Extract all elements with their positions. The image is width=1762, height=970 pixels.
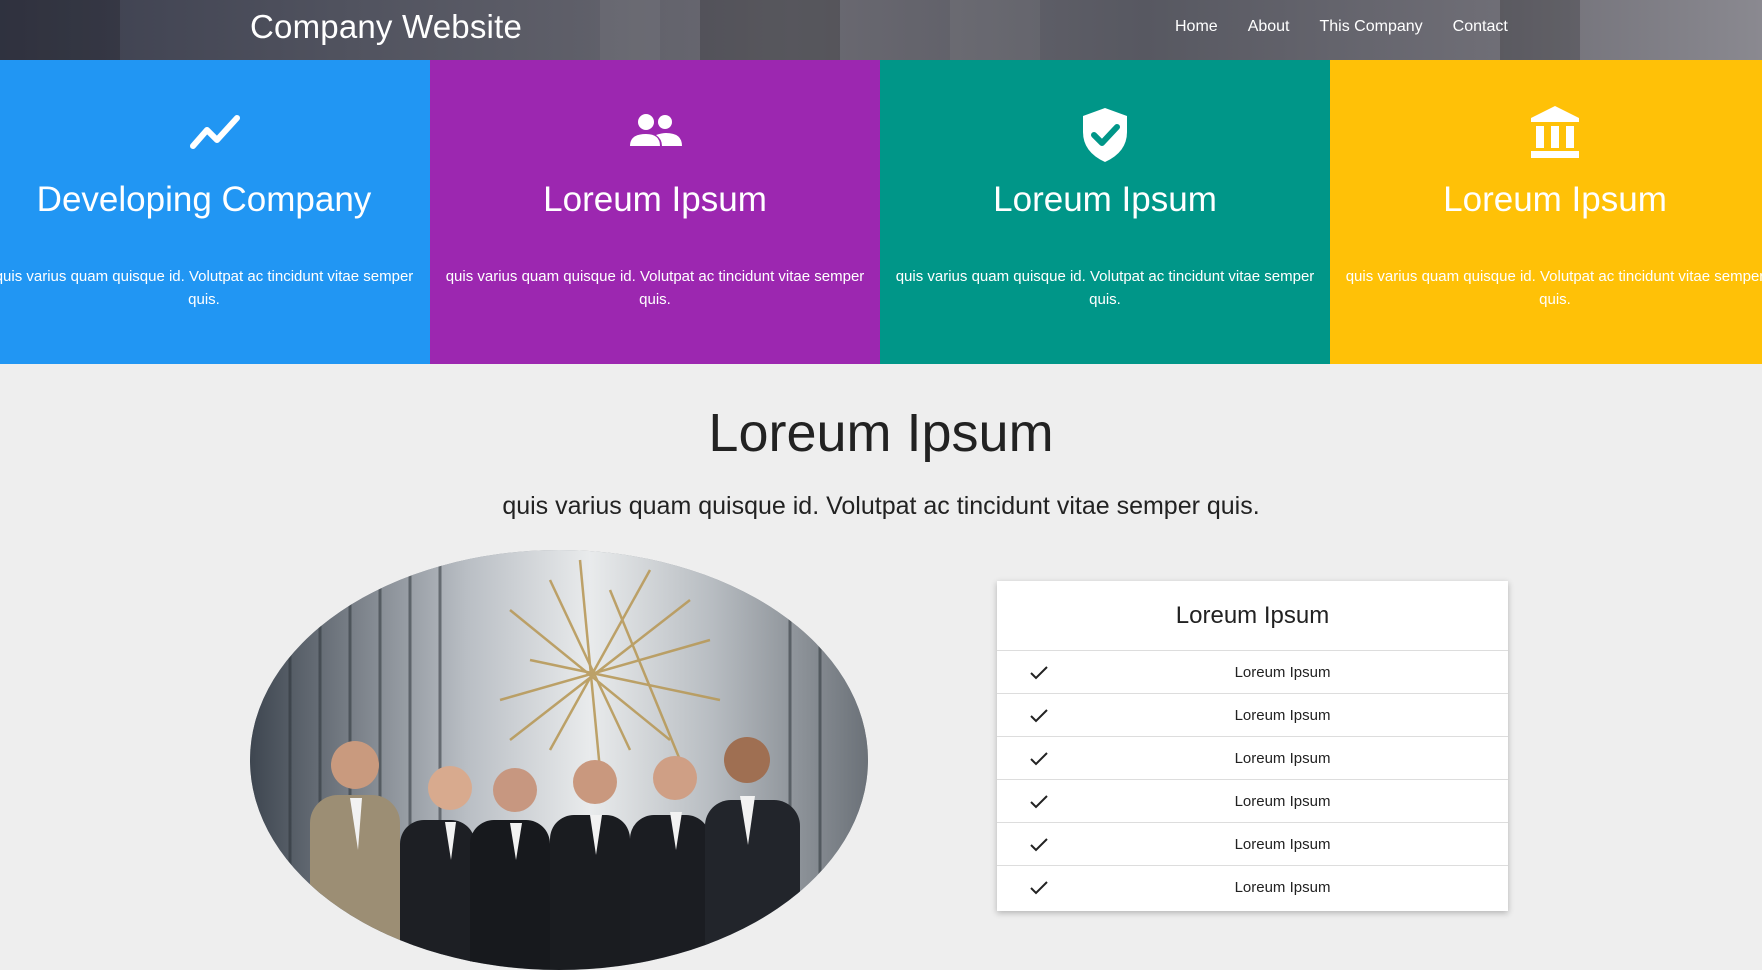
check-icon <box>1030 795 1048 809</box>
feature-card-3: Loreum Ipsum quis varius quam quisque id… <box>880 60 1330 364</box>
team-photo-image <box>250 550 868 970</box>
list-card-title: Loreum Ipsum <box>997 581 1508 651</box>
check-icon <box>1030 752 1048 766</box>
list-item-label: Loreum Ipsum <box>1234 793 1331 810</box>
site-header: Company Website Home About This Company … <box>0 0 1762 60</box>
feature-list-card: Loreum Ipsum Loreum Ipsum Loreum Ipsum L… <box>997 581 1508 911</box>
people-icon <box>630 114 682 146</box>
list-item-label: Loreum Ipsum <box>1234 707 1331 724</box>
nav-about[interactable]: About <box>1248 18 1290 36</box>
team-photo <box>250 550 868 970</box>
feature-title: Loreum Ipsum <box>993 180 1217 219</box>
check-icon <box>1030 838 1048 852</box>
list-item: Loreum Ipsum <box>997 694 1508 737</box>
nav-home[interactable]: Home <box>1175 18 1218 36</box>
list-item-label: Loreum Ipsum <box>1234 750 1331 767</box>
list-item-label: Loreum Ipsum <box>1234 836 1331 853</box>
feature-title: Developing Company <box>36 180 372 219</box>
trending-up-icon <box>190 115 240 149</box>
feature-card-developing: Developing Company quis varius quam quis… <box>0 60 430 364</box>
list-item: Loreum Ipsum <box>997 651 1508 694</box>
feature-text: quis varius quam quisque id. Volutpat ac… <box>0 268 414 308</box>
section-subtitle: quis varius quam quisque id. Volutpat ac… <box>502 492 1260 520</box>
check-icon <box>1030 709 1048 723</box>
feature-cards: Developing Company quis varius quam quis… <box>0 60 1762 364</box>
check-icon <box>1030 666 1048 680</box>
list-item-label: Loreum Ipsum <box>1234 879 1331 896</box>
list-item: Loreum Ipsum <box>997 780 1508 823</box>
list-item-label: Loreum Ipsum <box>1234 664 1331 681</box>
feature-title: Loreum Ipsum <box>1443 180 1667 219</box>
feature-text: quis varius quam quisque id. Volutpat ac… <box>445 268 865 308</box>
feature-title: Loreum Ipsum <box>543 180 767 219</box>
verified-shield-icon <box>1083 108 1127 162</box>
check-icon <box>1030 881 1048 895</box>
list-item: Loreum Ipsum <box>997 823 1508 866</box>
list-item: Loreum Ipsum <box>997 866 1508 909</box>
section-title: Loreum Ipsum <box>708 403 1054 463</box>
brand-title[interactable]: Company Website <box>250 8 522 46</box>
feature-text: quis varius quam quisque id. Volutpat ac… <box>895 268 1315 308</box>
nav-this-company[interactable]: This Company <box>1320 18 1423 36</box>
header-background <box>0 0 120 60</box>
list-item: Loreum Ipsum <box>997 737 1508 780</box>
feature-card-2: Loreum Ipsum quis varius quam quisque id… <box>430 60 880 364</box>
feature-text: quis varius quam quisque id. Volutpat ac… <box>1345 268 1762 308</box>
bank-icon <box>1531 106 1579 158</box>
main-nav: Home About This Company Contact <box>1175 18 1538 36</box>
feature-card-4: Loreum Ipsum quis varius quam quisque id… <box>1330 60 1762 364</box>
nav-contact[interactable]: Contact <box>1453 18 1508 36</box>
